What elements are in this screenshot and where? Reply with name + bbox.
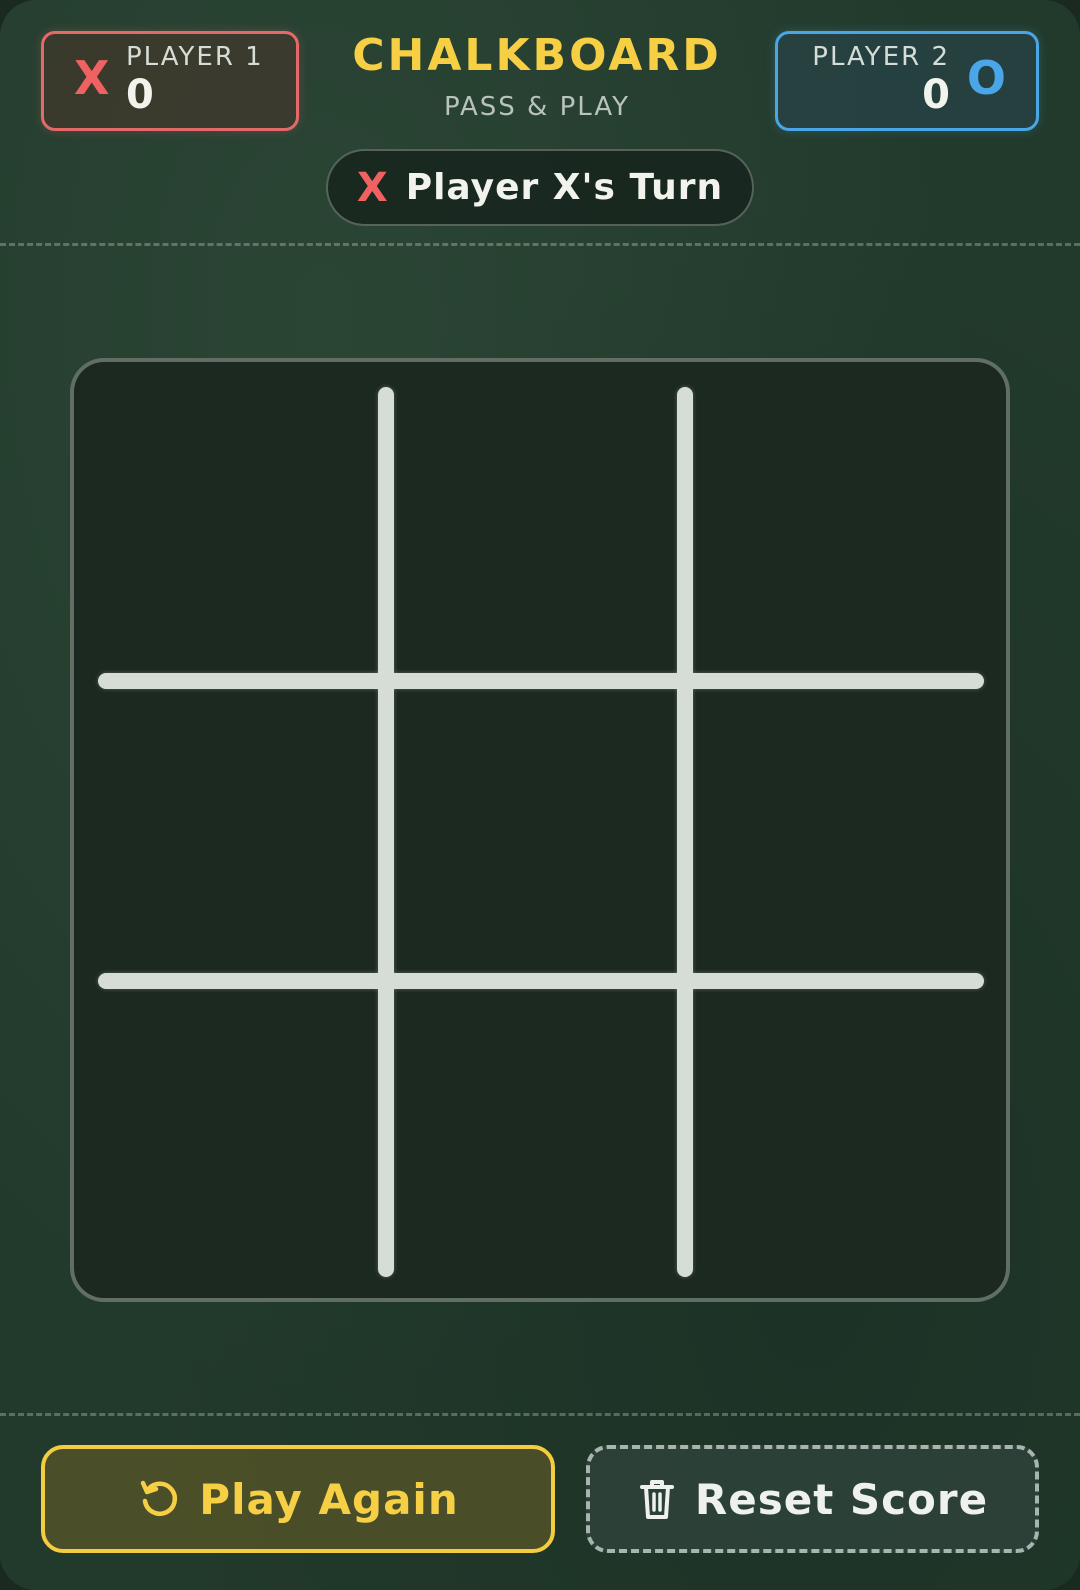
- board-cell-1[interactable]: [88, 380, 378, 670]
- reset-score-button[interactable]: Reset Score: [586, 1445, 1039, 1553]
- board-cell-7[interactable]: [88, 989, 378, 1279]
- player1-label: PLAYER 1: [126, 42, 264, 72]
- player1-score-card: X PLAYER 1 0: [41, 31, 299, 131]
- board-cell-6[interactable]: [693, 689, 983, 979]
- board-cell-9[interactable]: [693, 989, 983, 1279]
- player2-score-card: PLAYER 2 0 O: [775, 31, 1039, 131]
- bottom-divider: [0, 1413, 1080, 1416]
- board-cell-3[interactable]: [693, 380, 983, 670]
- game-mode-subtitle: PASS & PLAY: [443, 92, 631, 122]
- player2-mark: O: [966, 51, 1006, 105]
- board-cell-5[interactable]: [394, 689, 684, 979]
- player2-score: 0: [922, 72, 950, 118]
- reset-score-label: Reset Score: [694, 1474, 989, 1524]
- trash-icon: [637, 1477, 677, 1521]
- game-board: [70, 358, 1010, 1302]
- game-title: CHALKBOARD: [352, 30, 722, 81]
- restart-icon: [137, 1477, 181, 1521]
- turn-text: Player X's Turn: [405, 167, 724, 208]
- turn-indicator: X Player X's Turn: [326, 149, 754, 226]
- player1-score: 0: [126, 72, 154, 118]
- player2-label: PLAYER 2: [812, 42, 950, 72]
- board-cell-4[interactable]: [88, 689, 378, 979]
- turn-mark: X: [356, 164, 388, 211]
- grid-line-horizontal-1: [98, 673, 984, 689]
- game-screen: X PLAYER 1 0 CHALKBOARD PASS & PLAY PLAY…: [0, 0, 1080, 1590]
- play-again-button[interactable]: Play Again: [41, 1445, 555, 1553]
- player1-mark: X: [74, 51, 110, 105]
- top-divider: [0, 243, 1080, 246]
- board-cell-2[interactable]: [394, 380, 684, 670]
- grid-line-vertical-1: [378, 387, 394, 1277]
- board-cell-8[interactable]: [394, 989, 684, 1279]
- play-again-label: Play Again: [199, 1474, 459, 1524]
